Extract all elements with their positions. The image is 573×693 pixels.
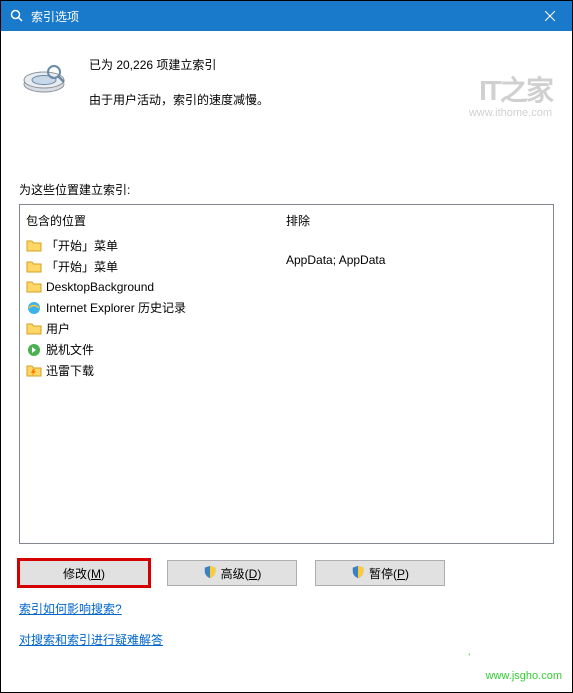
item-label: Internet Explorer 历史记录 xyxy=(46,299,186,316)
list-item[interactable]: 用户 xyxy=(24,318,275,339)
folder-icon xyxy=(26,279,42,295)
list-item[interactable]: 脱机文件 xyxy=(24,339,275,360)
item-label: 「开始」菜单 xyxy=(46,237,118,254)
item-label: DesktopBackground xyxy=(46,280,154,294)
close-button[interactable] xyxy=(527,1,572,31)
list-item[interactable]: 「开始」菜单 xyxy=(24,256,275,277)
pause-button[interactable]: 暂停(P) xyxy=(315,560,445,586)
window-title: 索引选项 xyxy=(31,8,79,25)
locations-listbox: 包含的位置 「开始」菜单 「开始」菜单 DesktopBackground In… xyxy=(19,204,554,544)
help-link-search[interactable]: 索引如何影响搜索? xyxy=(19,600,554,617)
list-item[interactable]: 迅雷下载 xyxy=(24,360,275,381)
included-header: 包含的位置 xyxy=(24,209,275,235)
folder-icon xyxy=(26,321,42,337)
list-item[interactable]: DesktopBackground xyxy=(24,277,275,297)
index-drive-icon xyxy=(19,51,69,101)
folder-icon xyxy=(26,238,42,254)
advanced-button[interactable]: 高级(D) xyxy=(167,560,297,586)
item-label: 「开始」菜单 xyxy=(46,258,118,275)
shield-icon xyxy=(203,565,217,582)
titlebar: 索引选项 xyxy=(1,1,572,31)
ie-icon xyxy=(26,300,42,316)
help-link-troubleshoot[interactable]: 对搜索和索引进行疑难解答 xyxy=(19,631,554,648)
excluded-header: 排除 xyxy=(284,209,549,235)
shield-icon xyxy=(351,565,365,582)
index-note-text: 由于用户活动，索引的速度减慢。 xyxy=(89,91,269,108)
item-label: 迅雷下载 xyxy=(46,362,94,379)
offline-files-icon xyxy=(26,342,42,358)
item-label: 脱机文件 xyxy=(46,341,94,358)
exclude-value: AppData; AppData xyxy=(284,251,549,269)
folder-icon xyxy=(26,259,42,275)
list-item[interactable]: 「开始」菜单 xyxy=(24,235,275,256)
thunder-folder-icon xyxy=(26,363,42,379)
list-item[interactable]: Internet Explorer 历史记录 xyxy=(24,297,275,318)
exclude-value xyxy=(284,273,549,277)
item-label: 用户 xyxy=(46,320,70,337)
index-status-text: 已为 20,226 项建立索引 xyxy=(89,56,269,73)
search-icon xyxy=(9,8,25,24)
modify-button[interactable]: 修改(M) xyxy=(19,560,149,586)
locations-label: 为这些位置建立索引: xyxy=(19,181,554,198)
close-icon xyxy=(545,11,555,21)
